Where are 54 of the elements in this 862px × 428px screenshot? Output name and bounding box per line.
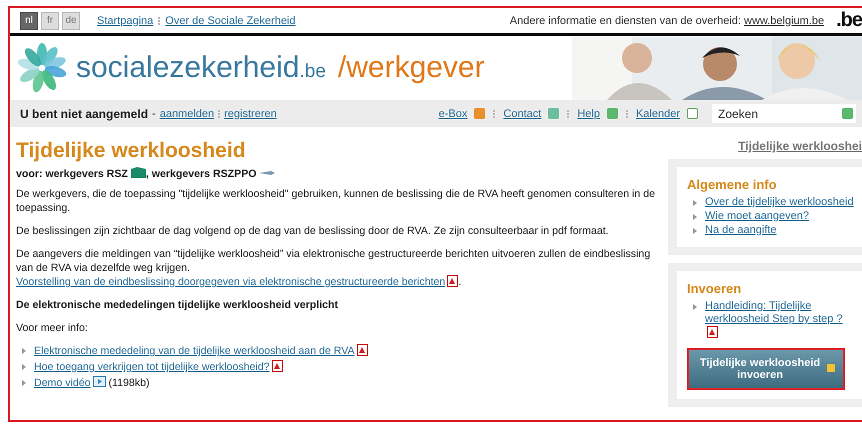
info-text: Andere informatie en diensten van de overheid: [510, 14, 741, 26]
sidebar-link[interactable]: Handleiding: Tijdelijke werkloosheid Step by step ? [705, 300, 845, 326]
nav-link[interactable]: Over de Sociale Zekerheid [165, 14, 296, 26]
pdf-icon [707, 326, 718, 338]
paragraph: De aangevers die meldingen van “tijdelijke werkloosheid” via elektronische gestructureerde berichten uitvoeren zullen de eindbeslissing van de RVA via dezelfde weg krijgen. [16, 247, 652, 275]
account-link[interactable]: aanmelden [160, 108, 214, 120]
panel-title: Algemene info [687, 177, 778, 192]
language-button[interactable]: nl [20, 12, 38, 30]
separator-text: - [152, 108, 156, 120]
sidebar-link[interactable]: Over de tijdelijke werkloosheid [705, 196, 854, 208]
pdf-icon [447, 275, 458, 287]
tool-link[interactable]: Help [577, 108, 600, 120]
section-heading: De elektronische mededelingen tijdelijke werkloosheid verplicht [16, 298, 340, 312]
audience-text: voor: werkgevers RSZ [16, 168, 128, 180]
nav-link[interactable]: Startpagina [97, 14, 154, 26]
info-link[interactable]: Demo vidéo [34, 377, 91, 389]
tool-link[interactable]: Contact [503, 108, 542, 120]
be-logo[interactable]: .be [836, 9, 862, 32]
paragraph: De beslissingen zijn zichtbaar de dag volgend op de dag van de beslissing door de RVA. Ze zijn consulteerbaar in pdf formaat. [16, 224, 610, 238]
page-title: Tijdelijke werkloosheid [16, 139, 247, 163]
pdf-icon [356, 344, 368, 356]
enter-button[interactable]: Tijdelijke werkloosheid invoeren [687, 348, 845, 390]
paragraph: De werkgevers, die de toepassing "tijdelijke werkloosheid" gebruiken, kunnen de beslissing die de RVA heeft genomen consulteren in de toepassing. [16, 187, 656, 215]
info-link[interactable]: Elektronische mededeling van de tijdelijke werkloosheid aan de RVA [34, 345, 355, 357]
site-name[interactable]: socialezekerheid.be [76, 51, 326, 85]
folder-icon [130, 167, 146, 178]
account-link[interactable]: registreren [224, 108, 277, 120]
tool-link[interactable]: e-Box [438, 108, 468, 120]
paragraph: Voor meer info: [16, 321, 89, 335]
arrow-icon [259, 169, 276, 177]
file-size: (1198kb) [108, 377, 150, 389]
presentation-link[interactable]: Voorstelling van de eindbeslissing doorgegeven via elektronische gestructureerde berichten [16, 276, 446, 288]
language-button[interactable]: fr [41, 12, 59, 30]
search-field[interactable]: Zoeken [712, 104, 856, 123]
belgium-link[interactable]: www.belgium.be [744, 14, 824, 26]
lock-icon [827, 364, 835, 372]
sidebar-link[interactable]: Wie moet aangeven? [705, 210, 809, 222]
section-title: /werkgever [338, 51, 485, 85]
audience-text: , werkgevers RSZPPO [146, 168, 257, 180]
login-status: U bent niet aangemeld [20, 106, 148, 120]
breadcrumb-link[interactable]: Tijdelijke werklooshei [738, 139, 862, 153]
search-icon[interactable] [842, 108, 853, 119]
period-text: . [458, 276, 462, 288]
info-link[interactable]: Hoe toegang verkrijgen tot tijdelijke werkloosheid? [34, 361, 270, 373]
tool-link[interactable]: Kalender [636, 108, 680, 120]
help-icon[interactable] [606, 108, 618, 119]
square-icon[interactable] [474, 108, 486, 119]
calendar-icon[interactable] [687, 108, 698, 119]
language-button[interactable]: de [62, 12, 80, 30]
panel-title: Invoeren [687, 281, 742, 296]
pdf-icon [272, 360, 283, 372]
square-icon[interactable] [548, 108, 560, 119]
video-icon [92, 376, 106, 387]
sidebar-link[interactable]: Na de aangifte [705, 224, 777, 236]
